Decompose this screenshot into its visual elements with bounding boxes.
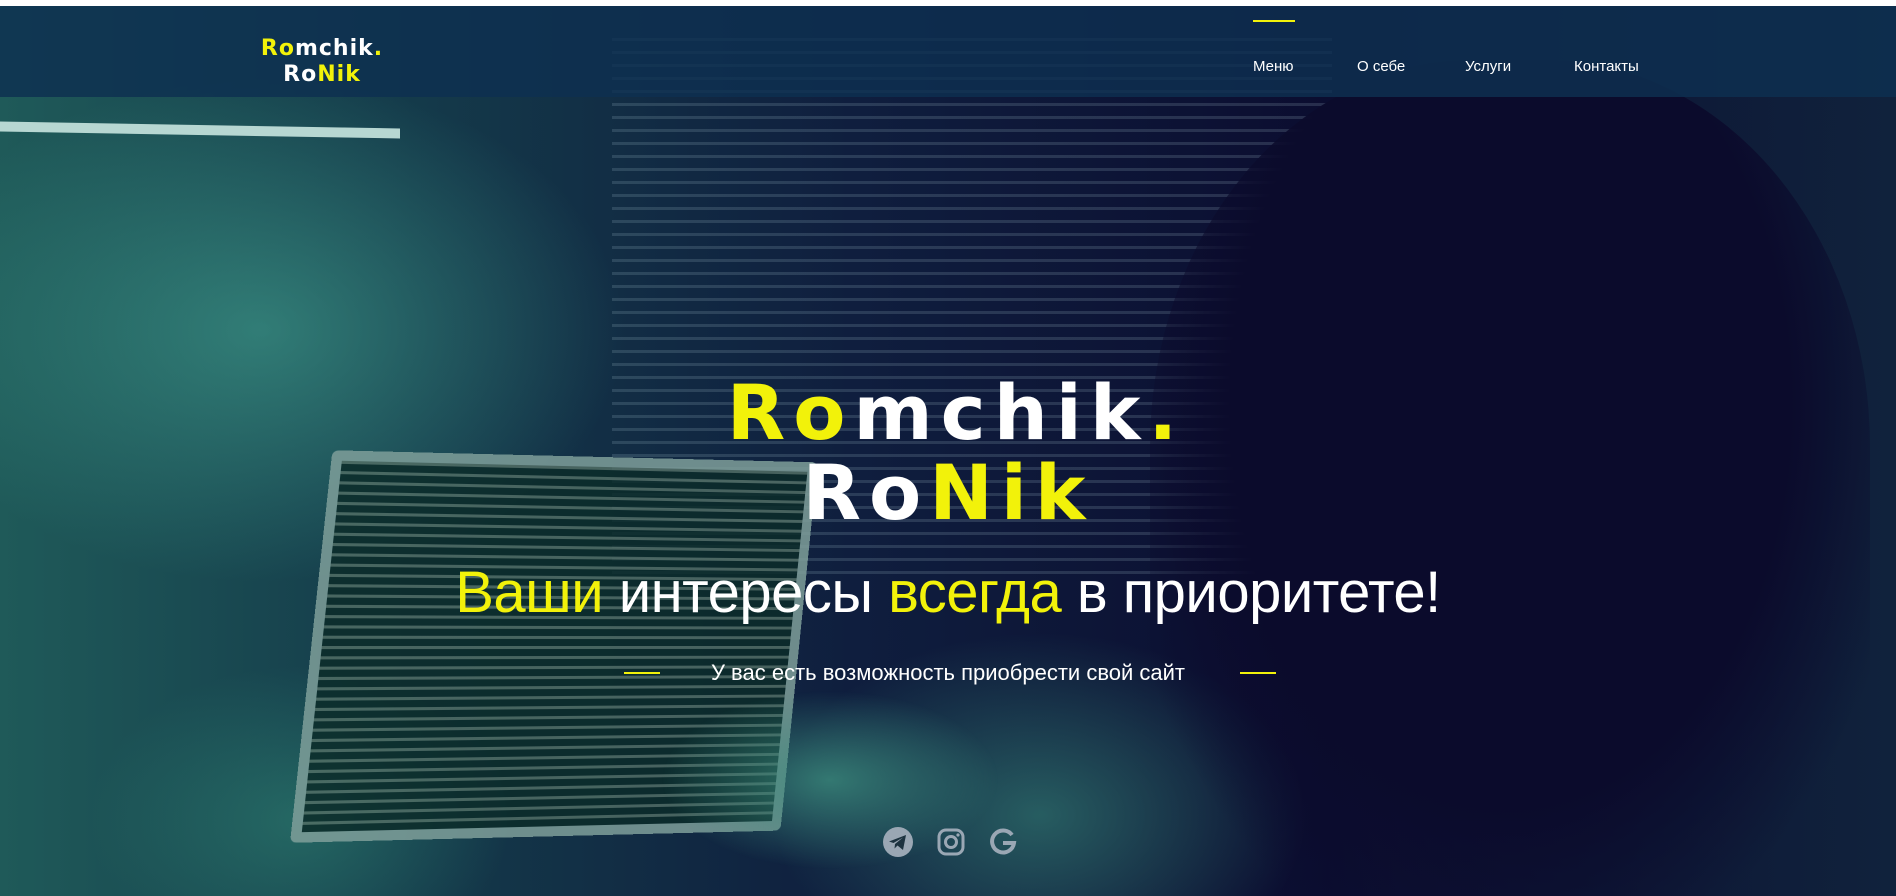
telegram-icon	[883, 827, 913, 857]
site-header: Romchik. RoNik Меню О себе Услуги Контак…	[0, 6, 1896, 97]
hero-title-line-1: Romchik.	[726, 368, 1186, 457]
nav-item-contacts[interactable]: Контакты	[1574, 58, 1639, 75]
hero-tagline: Ваши интересы всегда в приоритете!	[455, 560, 1441, 625]
google-icon	[990, 828, 1017, 855]
telegram-link[interactable]	[881, 825, 915, 859]
nav-item-services[interactable]: Услуги	[1465, 58, 1511, 75]
nav-active-indicator	[1253, 20, 1295, 22]
instagram-icon	[937, 828, 965, 856]
nav-item-menu[interactable]: Меню	[1253, 58, 1294, 75]
google-link[interactable]	[986, 825, 1020, 859]
instagram-link[interactable]	[934, 825, 968, 859]
hero-subtitle: У вас есть возможность приобрести свой с…	[710, 660, 1186, 685]
subtitle-divider-right	[1240, 672, 1276, 674]
hero-title-line-2: RoNik	[802, 448, 1094, 537]
nav-item-about[interactable]: О себе	[1357, 58, 1405, 75]
logo-line-2: RoNik	[283, 62, 361, 87]
logo-line-1: Romchik.	[260, 36, 384, 61]
background-monitor	[0, 121, 400, 139]
site-logo[interactable]: Romchik. RoNik	[252, 36, 392, 88]
